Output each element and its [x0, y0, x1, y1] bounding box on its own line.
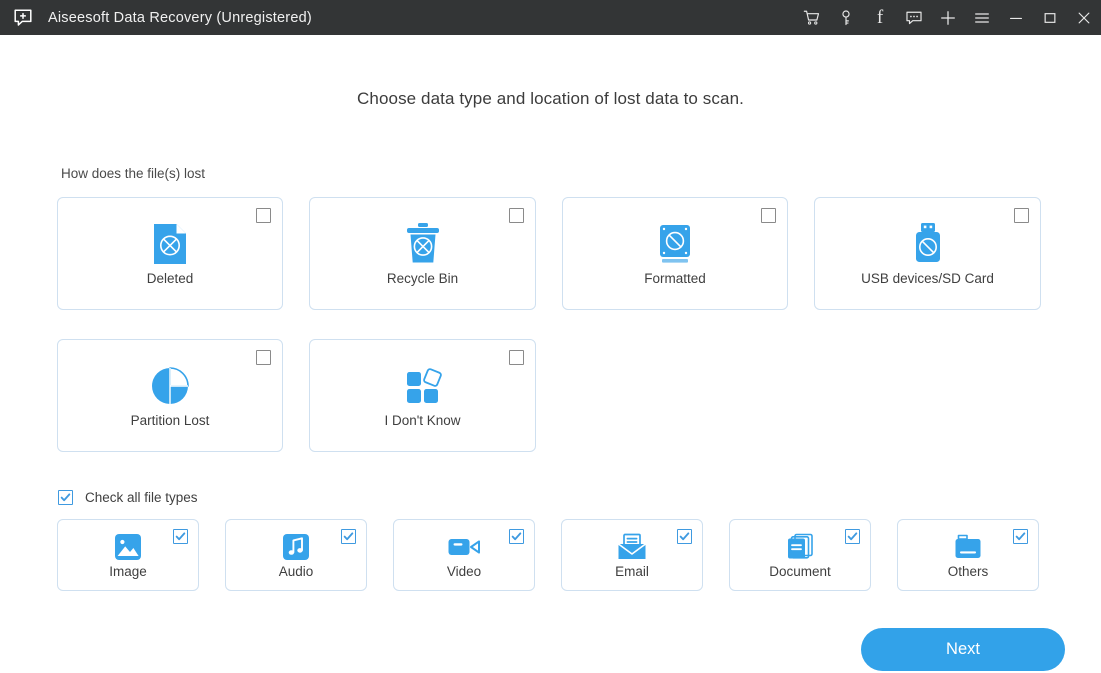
- reason-label-deleted: Deleted: [146, 271, 194, 286]
- reason-label-i-dont-know: I Don't Know: [384, 413, 461, 428]
- reason-card-grid: Deleted Recycle Bin Formatted USB device…: [57, 197, 1047, 452]
- file-type-checkbox-video[interactable]: [509, 529, 524, 544]
- file-type-card-others[interactable]: Others: [897, 519, 1039, 591]
- page-title: Choose data type and location of lost da…: [357, 89, 744, 108]
- file-type-grid: Image Audio Video Email Document Others: [57, 519, 1039, 591]
- file-type-card-document[interactable]: Document: [729, 519, 871, 591]
- menu-icon[interactable]: [965, 0, 999, 35]
- file-type-card-email[interactable]: Email: [561, 519, 703, 591]
- formatted-disk-icon: [653, 221, 697, 267]
- file-type-label-audio: Audio: [278, 563, 314, 579]
- cart-icon[interactable]: [795, 0, 829, 35]
- plus-icon[interactable]: [931, 0, 965, 35]
- facebook-icon[interactable]: f: [863, 0, 897, 35]
- key-icon[interactable]: [829, 0, 863, 35]
- reason-card-i-dont-know[interactable]: I Don't Know: [309, 339, 536, 452]
- file-type-card-audio[interactable]: Audio: [225, 519, 367, 591]
- deleted-file-icon: [149, 221, 191, 267]
- file-type-checkbox-email[interactable]: [677, 529, 692, 544]
- file-type-label-others: Others: [947, 563, 989, 579]
- reason-checkbox-usb[interactable]: [1014, 208, 1029, 223]
- reason-card-formatted[interactable]: Formatted: [562, 197, 788, 310]
- video-icon: [447, 532, 481, 562]
- audio-icon: [281, 532, 311, 562]
- minimize-icon[interactable]: [999, 0, 1033, 35]
- app-logo-icon: [12, 7, 34, 29]
- reason-card-usb[interactable]: USB devices/SD Card: [814, 197, 1041, 310]
- recycle-bin-icon: [401, 221, 445, 267]
- others-icon: [953, 532, 983, 562]
- reason-checkbox-recycle-bin[interactable]: [509, 208, 524, 223]
- file-type-label-email: Email: [615, 563, 649, 579]
- file-type-label-video: Video: [446, 563, 482, 579]
- email-icon: [616, 532, 648, 562]
- app-title: Aiseesoft Data Recovery (Unregistered): [48, 9, 312, 26]
- reason-label-formatted: Formatted: [644, 271, 706, 286]
- reason-checkbox-deleted[interactable]: [256, 208, 271, 223]
- reason-section-label: How does the file(s) lost: [61, 166, 206, 181]
- file-type-checkbox-image[interactable]: [173, 529, 188, 544]
- usb-drive-icon: [908, 221, 948, 267]
- file-type-label-image: Image: [109, 563, 147, 579]
- file-type-checkbox-others[interactable]: [1013, 529, 1028, 544]
- reason-checkbox-formatted[interactable]: [761, 208, 776, 223]
- document-icon: [784, 532, 816, 562]
- check-all-checkbox[interactable]: [58, 490, 73, 505]
- maximize-icon[interactable]: [1033, 0, 1067, 35]
- reason-checkbox-partition-lost[interactable]: [256, 350, 271, 365]
- reason-checkbox-i-dont-know[interactable]: [509, 350, 524, 365]
- reason-label-recycle-bin: Recycle Bin: [386, 271, 459, 286]
- reason-label-partition-lost: Partition Lost: [130, 413, 210, 428]
- reason-card-recycle-bin[interactable]: Recycle Bin: [309, 197, 536, 310]
- partition-pie-icon: [148, 363, 192, 409]
- check-all-label: Check all file types: [85, 490, 198, 505]
- close-icon[interactable]: [1067, 0, 1101, 35]
- feedback-icon[interactable]: [897, 0, 931, 35]
- file-type-card-video[interactable]: Video: [393, 519, 535, 591]
- check-all-file-types-row[interactable]: Check all file types: [58, 490, 198, 505]
- reason-label-usb: USB devices/SD Card: [861, 271, 994, 286]
- titlebar-controls: f: [795, 0, 1101, 35]
- next-button[interactable]: Next: [861, 628, 1065, 671]
- reason-card-partition-lost[interactable]: Partition Lost: [57, 339, 283, 452]
- file-type-card-image[interactable]: Image: [57, 519, 199, 591]
- file-type-checkbox-audio[interactable]: [341, 529, 356, 544]
- file-type-checkbox-document[interactable]: [845, 529, 860, 544]
- main-content: Choose data type and location of lost da…: [0, 35, 1101, 673]
- reason-card-deleted[interactable]: Deleted: [57, 197, 283, 310]
- unknown-blocks-icon: [400, 363, 446, 409]
- file-type-label-document: Document: [769, 563, 831, 579]
- facebook-glyph: f: [876, 7, 884, 28]
- title-bar: Aiseesoft Data Recovery (Unregistered) f: [0, 0, 1101, 35]
- image-icon: [113, 532, 143, 562]
